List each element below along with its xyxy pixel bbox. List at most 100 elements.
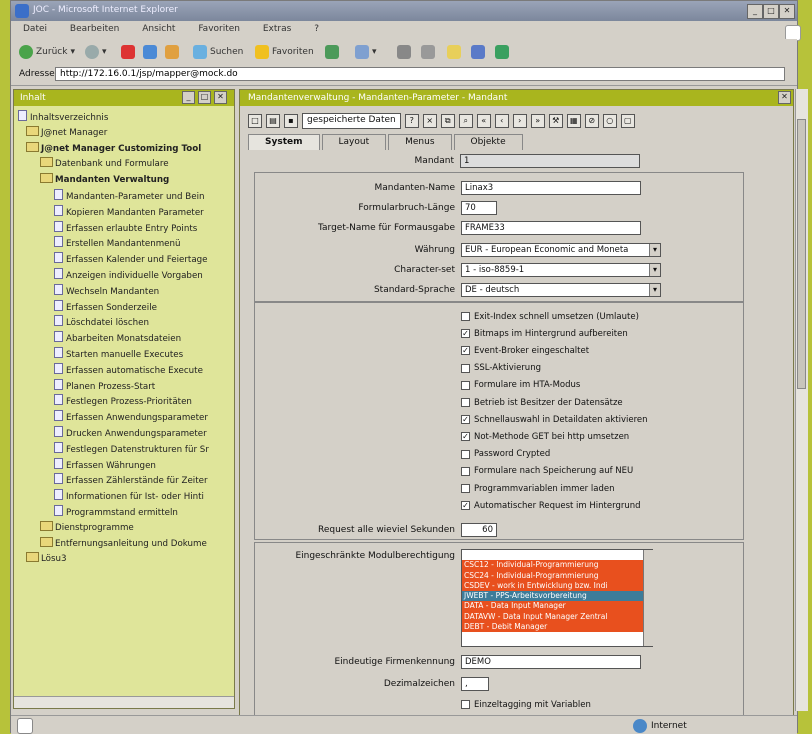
tree-node[interactable]: Erfassen automatische Execute: [18, 362, 232, 379]
favorites-button[interactable]: Favoriten: [255, 43, 314, 60]
option-checkbox[interactable]: ✓ Bitmaps im Hintergrund aufbereiten: [461, 326, 628, 341]
maximize-button[interactable]: □: [763, 4, 779, 19]
tab-menus[interactable]: Menus: [388, 134, 452, 150]
tree-node[interactable]: Anzeigen individuelle Vorgaben: [18, 267, 232, 284]
tree-node[interactable]: Datenbank und Formulare: [18, 157, 232, 173]
tree-node[interactable]: Kopieren Mandanten Parameter: [18, 204, 232, 221]
option-checkbox[interactable]: ✓ Automatischer Request im Hintergrund: [461, 498, 641, 513]
print-record-icon[interactable]: ▦: [566, 114, 581, 128]
tools-icon[interactable]: ⚒: [548, 114, 563, 128]
tree-node[interactable]: Planen Prozess-Start: [18, 378, 232, 395]
print-button[interactable]: [397, 43, 411, 60]
tab-system[interactable]: System: [248, 134, 320, 150]
option-checkbox[interactable]: ✓ Event-Broker eingeschaltet: [461, 343, 589, 358]
tree-node[interactable]: Festlegen Datenstrukturen für Sr: [18, 441, 232, 458]
tab-layout[interactable]: Layout: [321, 134, 387, 150]
tree-node[interactable]: Erfassen Zählerstände für Zeiter: [18, 473, 232, 489]
module-list-item[interactable]: [462, 550, 652, 561]
tree-node[interactable]: Erfassen Währungen: [18, 457, 232, 474]
tree-node[interactable]: Entfernungsanleitung und Dokume: [18, 536, 232, 553]
tree-node[interactable]: Erfassen Sonderzeile: [18, 299, 232, 316]
mandanten-name-input[interactable]: Linax3: [461, 181, 641, 195]
tree-node[interactable]: Informationen für Ist- oder Hinti: [18, 489, 232, 505]
option-checkbox[interactable]: ✓ Schnellauswahl in Detaildaten aktiviere…: [461, 412, 648, 427]
tree-node[interactable]: Festlegen Prozess-Prioritäten: [18, 394, 232, 410]
menu-tools[interactable]: Extras: [263, 24, 291, 34]
last-record-icon[interactable]: »: [530, 114, 545, 128]
stop-button[interactable]: [121, 43, 135, 60]
tree-node[interactable]: Dienstprogramme: [18, 520, 232, 537]
home-button[interactable]: [165, 43, 179, 60]
tree-node[interactable]: Programmstand ermitteln: [18, 504, 232, 521]
module-list-item[interactable]: DATAVW - Data Input Manager Zentral: [462, 611, 652, 623]
option-checkbox[interactable]: Programmvariablen immer laden: [461, 481, 614, 496]
minimize-button[interactable]: _: [747, 4, 763, 19]
delete-icon[interactable]: ×: [422, 114, 437, 128]
help-icon[interactable]: ?: [404, 114, 419, 128]
close-button[interactable]: ✕: [779, 4, 795, 19]
tree-node[interactable]: Erfassen erlaubte Entry Points: [18, 220, 232, 237]
edit-button[interactable]: [421, 43, 435, 60]
option-checkbox[interactable]: Exit-Index schnell umsetzen (Umlaute): [461, 309, 639, 324]
tree-node[interactable]: Wechseln Mandanten: [18, 283, 232, 300]
tree-node[interactable]: Mandanten Verwaltung: [18, 173, 232, 189]
tree-node[interactable]: Erfassen Kalender und Feiertage: [18, 252, 232, 268]
einzeltagging-checkbox[interactable]: Einzeltagging mit Variablen: [461, 697, 591, 712]
request-seconds-input[interactable]: 60: [461, 523, 497, 537]
formularbruch-input[interactable]: 70: [461, 201, 497, 215]
next-record-icon[interactable]: ›: [512, 114, 527, 128]
option-checkbox[interactable]: Formulare nach Speicherung auf NEU: [461, 464, 633, 479]
tree-node[interactable]: J@net Manager: [18, 125, 232, 142]
copy-icon[interactable]: ⧉: [440, 114, 455, 128]
option-checkbox[interactable]: ✓ Not-Methode GET bei http umsetzen: [461, 429, 629, 444]
page-vertical-scrollbar[interactable]: [795, 89, 808, 711]
mail-button[interactable]: ▾: [355, 43, 377, 60]
discuss-button[interactable]: [471, 43, 485, 60]
pane-close-button[interactable]: ✕: [214, 91, 227, 104]
tree-node[interactable]: Drucken Anwendungsparameter: [18, 425, 232, 442]
refresh-button[interactable]: [143, 43, 157, 60]
scrollbar-thumb[interactable]: [797, 119, 806, 389]
option-checkbox[interactable]: Betrieb ist Besitzer der Datensätze: [461, 395, 623, 410]
option-checkbox[interactable]: SSL-Aktivierung: [461, 361, 541, 376]
messenger-button[interactable]: [495, 43, 509, 60]
module-list-item[interactable]: JWEBT - PPS-Arbeitsvorbereitung: [462, 591, 652, 602]
character-set-select[interactable]: 1 - iso-8859-1: [461, 263, 661, 277]
folder-button[interactable]: [447, 43, 461, 60]
history-button[interactable]: [325, 43, 339, 60]
tree-node[interactable]: Löschdatei löschen: [18, 315, 232, 331]
tree-node[interactable]: J@net Manager Customizing Tool: [18, 141, 232, 158]
waehrung-select[interactable]: EUR - European Economic and Moneta: [461, 243, 661, 257]
module-list-item[interactable]: DATA - Data Input Manager: [462, 601, 652, 612]
module-list-item[interactable]: CSDEV - work in Entwicklung bzw. Indi: [462, 580, 652, 592]
tree-node[interactable]: Starten manuelle Executes: [18, 346, 232, 363]
tree-node[interactable]: Mandanten-Parameter und Bein: [18, 188, 232, 205]
save-icon[interactable]: ▪: [284, 114, 298, 128]
back-button[interactable]: Zurück ▾: [19, 43, 75, 60]
refresh-record-icon[interactable]: ○: [602, 114, 617, 128]
menu-help[interactable]: ?: [314, 24, 319, 34]
tree-node[interactable]: Erfassen Anwendungsparameter: [18, 410, 232, 426]
option-checkbox[interactable]: Formulare im HTA-Modus: [461, 378, 580, 393]
module-list-item[interactable]: DEBT - Debit Manager: [462, 622, 652, 633]
module-listbox-scrollbar[interactable]: [643, 550, 653, 646]
standard-sprache-select[interactable]: DE - deutsch: [461, 283, 661, 297]
find-icon[interactable]: ⌕: [458, 114, 473, 128]
menu-favorites[interactable]: Favoriten: [198, 24, 240, 34]
target-name-input[interactable]: FRAME33: [461, 221, 641, 235]
tree-node[interactable]: Lösu3: [18, 552, 232, 568]
dezimal-input[interactable]: ,: [461, 677, 489, 691]
option-checkbox[interactable]: Password Crypted: [461, 447, 550, 462]
window-icon[interactable]: ▢: [620, 114, 635, 128]
module-listbox[interactable]: CSC12 - Individual-Programmierung CSC24 -…: [461, 549, 653, 647]
module-list-item[interactable]: CSC24 - Individual-Programmierung: [462, 570, 652, 581]
tree-node[interactable]: Abarbeiten Monatsdateien: [18, 331, 232, 347]
form-close-button[interactable]: ✕: [778, 91, 791, 104]
tree-horizontal-scrollbar[interactable]: [14, 696, 234, 708]
module-list-item[interactable]: CSC12 - Individual-Programmierung: [462, 560, 652, 571]
link-icon[interactable]: ⊘: [584, 114, 599, 128]
menu-edit[interactable]: Bearbeiten: [70, 24, 119, 34]
previous-record-icon[interactable]: ‹: [494, 114, 509, 128]
menu-view[interactable]: Ansicht: [142, 24, 175, 34]
address-input[interactable]: [55, 67, 785, 81]
